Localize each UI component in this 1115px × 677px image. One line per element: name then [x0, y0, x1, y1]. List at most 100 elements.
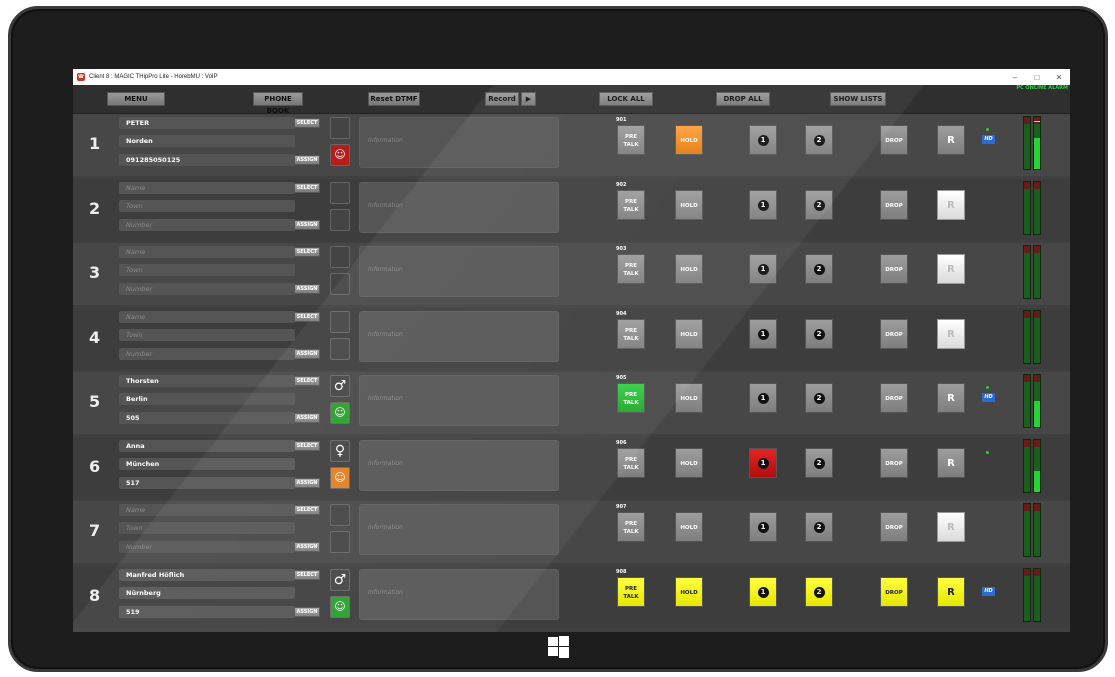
menu-button[interactable]: MENU — [107, 92, 165, 106]
r-button[interactable]: R — [937, 319, 965, 349]
studio-2-button[interactable]: 2 — [805, 383, 833, 413]
gender-box[interactable] — [330, 117, 350, 139]
r-button[interactable]: R — [937, 125, 965, 155]
name-field[interactable]: Name — [119, 246, 295, 258]
windows-logo-icon[interactable] — [548, 636, 570, 658]
gender-icon[interactable]: ♂ — [330, 375, 350, 397]
mood-face-icon[interactable]: ☺ — [330, 467, 350, 489]
pre-talk-button[interactable]: PRE TALK — [617, 383, 645, 413]
studio-2-button[interactable]: 2 — [805, 448, 833, 478]
studio-2-button[interactable]: 2 — [805, 512, 833, 542]
studio-2-button[interactable]: 2 — [805, 254, 833, 284]
studio-1-button[interactable]: 1 — [749, 254, 777, 284]
drop-all-button[interactable]: DROP ALL — [716, 92, 770, 106]
town-field[interactable]: Town — [119, 522, 295, 534]
information-field[interactable]: Information — [359, 117, 559, 168]
gender-box[interactable] — [330, 504, 350, 526]
town-field[interactable]: Berlin — [119, 393, 295, 405]
assign-button[interactable]: ASSIGN — [294, 542, 320, 552]
r-button[interactable]: R — [937, 254, 965, 284]
close-button[interactable]: ✕ — [1048, 73, 1070, 82]
hold-button[interactable]: HOLD — [675, 190, 703, 220]
name-field[interactable]: Name — [119, 182, 295, 194]
name-field[interactable]: PETER — [119, 117, 295, 129]
select-button[interactable]: SELECT — [294, 118, 320, 128]
select-button[interactable]: SELECT — [294, 505, 320, 515]
minimize-button[interactable]: – — [1004, 73, 1026, 82]
lock-all-button[interactable]: LOCK ALL — [599, 92, 653, 106]
mood-box[interactable] — [330, 273, 350, 295]
pre-talk-button[interactable]: PRE TALK — [617, 190, 645, 220]
information-field[interactable]: Information — [359, 375, 559, 426]
select-button[interactable]: SELECT — [294, 570, 320, 580]
select-button[interactable]: SELECT — [294, 312, 320, 322]
number-field[interactable]: 505 — [119, 412, 295, 424]
studio-1-button[interactable]: 1 — [749, 319, 777, 349]
hold-button[interactable]: HOLD — [675, 254, 703, 284]
number-field[interactable]: Number — [119, 541, 295, 553]
pre-talk-button[interactable]: PRE TALK — [617, 319, 645, 349]
r-button[interactable]: R — [937, 383, 965, 413]
maximize-button[interactable]: □ — [1026, 73, 1048, 82]
select-button[interactable]: SELECT — [294, 441, 320, 451]
town-field[interactable]: Town — [119, 264, 295, 276]
name-field[interactable]: Anna — [119, 440, 295, 452]
mood-face-icon[interactable]: ☺ — [330, 402, 350, 424]
select-button[interactable]: SELECT — [294, 247, 320, 257]
assign-button[interactable]: ASSIGN — [294, 284, 320, 294]
studio-2-button[interactable]: 2 — [805, 319, 833, 349]
assign-button[interactable]: ASSIGN — [294, 155, 320, 165]
hold-button[interactable]: HOLD — [675, 125, 703, 155]
gender-box[interactable] — [330, 246, 350, 268]
studio-1-button[interactable]: 1 — [749, 577, 777, 607]
pre-talk-button[interactable]: PRE TALK — [617, 512, 645, 542]
town-field[interactable]: München — [119, 458, 295, 470]
mood-face-icon[interactable]: ☺ — [330, 144, 350, 166]
gender-icon[interactable]: ♂ — [330, 569, 350, 591]
number-field[interactable]: 091285050125 — [119, 154, 295, 166]
mood-box[interactable] — [330, 531, 350, 553]
hold-button[interactable]: HOLD — [675, 512, 703, 542]
hold-button[interactable]: HOLD — [675, 577, 703, 607]
information-field[interactable]: Information — [359, 311, 559, 362]
studio-1-button[interactable]: 1 — [749, 190, 777, 220]
information-field[interactable]: Information — [359, 569, 559, 620]
studio-1-button[interactable]: 1 — [749, 383, 777, 413]
number-field[interactable]: 517 — [119, 477, 295, 489]
drop-button[interactable]: DROP — [880, 190, 908, 220]
pre-talk-button[interactable]: PRE TALK — [617, 254, 645, 284]
assign-button[interactable]: ASSIGN — [294, 607, 320, 617]
number-field[interactable]: 519 — [119, 606, 295, 618]
r-button[interactable]: R — [937, 190, 965, 220]
r-button[interactable]: R — [937, 512, 965, 542]
gender-box[interactable] — [330, 182, 350, 204]
pre-talk-button[interactable]: PRE TALK — [617, 125, 645, 155]
number-field[interactable]: Number — [119, 283, 295, 295]
assign-button[interactable]: ASSIGN — [294, 220, 320, 230]
name-field[interactable]: Name — [119, 504, 295, 516]
drop-button[interactable]: DROP — [880, 577, 908, 607]
number-field[interactable]: Number — [119, 219, 295, 231]
assign-button[interactable]: ASSIGN — [294, 349, 320, 359]
pre-talk-button[interactable]: PRE TALK — [617, 577, 645, 607]
show-lists-button[interactable]: SHOW LISTS — [830, 92, 886, 106]
hold-button[interactable]: HOLD — [675, 383, 703, 413]
select-button[interactable]: SELECT — [294, 376, 320, 386]
studio-2-button[interactable]: 2 — [805, 190, 833, 220]
gender-icon[interactable]: ♀ — [330, 440, 350, 462]
r-button[interactable]: R — [937, 577, 965, 607]
drop-button[interactable]: DROP — [880, 448, 908, 478]
studio-1-button[interactable]: 1 — [749, 512, 777, 542]
information-field[interactable]: Information — [359, 440, 559, 491]
studio-2-button[interactable]: 2 — [805, 125, 833, 155]
drop-button[interactable]: DROP — [880, 319, 908, 349]
information-field[interactable]: Information — [359, 246, 559, 297]
name-field[interactable]: Name — [119, 311, 295, 323]
name-field[interactable]: Thorsten — [119, 375, 295, 387]
reset-dtmf-button[interactable]: Reset DTMF — [368, 92, 420, 106]
drop-button[interactable]: DROP — [880, 383, 908, 413]
mood-face-icon[interactable]: ☺ — [330, 596, 350, 618]
select-button[interactable]: SELECT — [294, 183, 320, 193]
studio-1-button[interactable]: 1 — [749, 125, 777, 155]
phone-book-button[interactable]: PHONE BOOK — [253, 92, 303, 115]
